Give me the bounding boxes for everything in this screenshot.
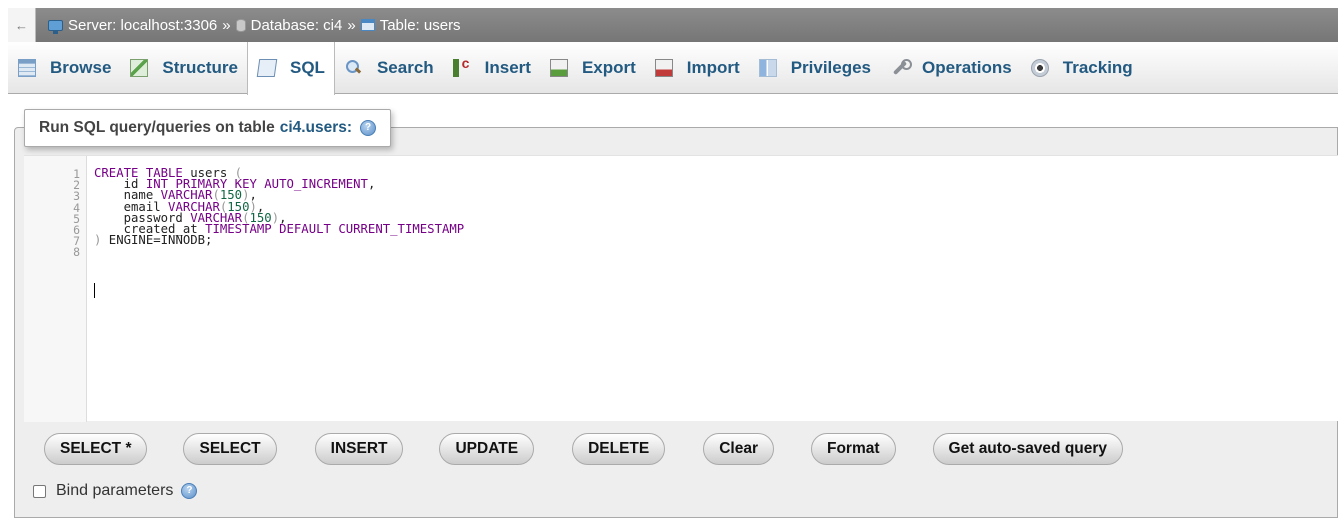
clear-button[interactable]: Clear bbox=[703, 433, 774, 465]
table-icon bbox=[360, 19, 375, 31]
legend-table-link[interactable]: ci4.users: bbox=[280, 119, 352, 137]
tab-operations[interactable]: Operations bbox=[880, 42, 1021, 94]
privileges-icon bbox=[758, 58, 777, 77]
tab-privileges[interactable]: Privileges bbox=[749, 42, 880, 94]
query-button-row: SELECT * SELECT INSERT UPDATE DELETE Cle… bbox=[44, 433, 1124, 465]
tab-sql[interactable]: SQL bbox=[247, 41, 335, 95]
bind-parameters-label[interactable]: Bind parameters bbox=[56, 482, 173, 500]
insert-button[interactable]: INSERT bbox=[314, 433, 404, 465]
tab-structure[interactable]: Structure bbox=[120, 42, 247, 94]
tab-insert[interactable]: Insert bbox=[443, 42, 540, 94]
server-icon bbox=[48, 19, 63, 34]
tab-label: Browse bbox=[50, 57, 112, 77]
tab-label: Export bbox=[581, 57, 636, 77]
help-icon[interactable]: ? bbox=[360, 120, 377, 136]
operations-icon bbox=[890, 58, 913, 77]
legend-text: Run SQL query/queries on table bbox=[39, 119, 275, 136]
tab-tracking[interactable]: Tracking bbox=[1021, 42, 1142, 94]
breadcrumb: Server: localhost:3306 » Database: ci4 »… bbox=[36, 17, 461, 34]
tab-bar: Browse Structure SQL Search Insert Expor… bbox=[8, 41, 1338, 95]
line-number: 8 bbox=[73, 245, 80, 260]
structure-icon bbox=[130, 58, 149, 77]
database-icon bbox=[235, 18, 246, 32]
bind-parameters-checkbox[interactable] bbox=[33, 484, 46, 498]
breadcrumb-database-label: Database: ci4 bbox=[250, 16, 343, 34]
browse-icon bbox=[18, 58, 36, 77]
update-button[interactable]: UPDATE bbox=[439, 433, 535, 465]
code-token: ENGINE=INNODB; bbox=[101, 233, 213, 248]
sql-icon bbox=[256, 59, 278, 77]
breadcrumb-separator: » bbox=[347, 16, 356, 34]
back-arrow-button[interactable]: ← bbox=[8, 8, 36, 42]
tab-label: Insert bbox=[484, 57, 531, 77]
breadcrumb-server-label: Server: localhost:3306 bbox=[68, 16, 218, 34]
breadcrumb-database[interactable]: Database: ci4 bbox=[235, 16, 343, 34]
tab-browse[interactable]: Browse bbox=[8, 42, 120, 94]
breadcrumb-separator: » bbox=[222, 16, 231, 34]
tracking-icon bbox=[1030, 58, 1049, 77]
tab-label: Operations bbox=[922, 57, 1012, 77]
breadcrumb-table-label: Table: users bbox=[379, 16, 461, 34]
tab-label: Structure bbox=[162, 57, 238, 77]
select-button[interactable]: SELECT bbox=[183, 433, 277, 465]
delete-button[interactable]: DELETE bbox=[572, 433, 666, 465]
text-cursor bbox=[94, 283, 95, 298]
tab-export[interactable]: Export bbox=[540, 42, 645, 94]
tab-label: Import bbox=[686, 57, 740, 77]
tab-label: Privileges bbox=[790, 57, 872, 77]
tab-label: Tracking bbox=[1062, 57, 1133, 77]
sql-panel-legend: Run SQL query/queries on table ci4.users… bbox=[24, 109, 392, 147]
tab-label: SQL bbox=[290, 58, 325, 77]
line-number-gutter: 12345678 bbox=[24, 156, 87, 422]
back-arrow-icon: ← bbox=[15, 17, 28, 33]
insert-icon bbox=[452, 55, 471, 77]
get-auto-saved-query-button[interactable]: Get auto-saved query bbox=[932, 433, 1124, 465]
format-button[interactable]: Format bbox=[811, 433, 896, 465]
tab-label: Search bbox=[376, 57, 434, 77]
code-token: TIMESTAMP DEFAULT CURRENT_TIMESTAMP bbox=[205, 222, 465, 236]
top-breadcrumb-bar: ← Server: localhost:3306 » Database: ci4… bbox=[8, 8, 1338, 42]
search-icon bbox=[345, 59, 363, 77]
breadcrumb-server[interactable]: Server: localhost:3306 bbox=[48, 17, 217, 34]
code-token: , bbox=[367, 177, 376, 192]
export-icon bbox=[549, 58, 568, 77]
tab-import[interactable]: Import bbox=[645, 42, 749, 94]
sql-editor[interactable]: 12345678 CREATE TABLE users ( id INT PRI… bbox=[24, 155, 1338, 422]
tab-search[interactable]: Search bbox=[335, 42, 443, 94]
bind-parameters-row: Bind parameters ? bbox=[33, 482, 198, 500]
code-line: ) ENGINE=INNODB; bbox=[94, 233, 212, 247]
import-icon bbox=[654, 58, 673, 77]
help-icon[interactable]: ? bbox=[181, 483, 198, 499]
breadcrumb-table[interactable]: Table: users bbox=[360, 16, 461, 34]
select-all-button[interactable]: SELECT * bbox=[44, 433, 148, 465]
